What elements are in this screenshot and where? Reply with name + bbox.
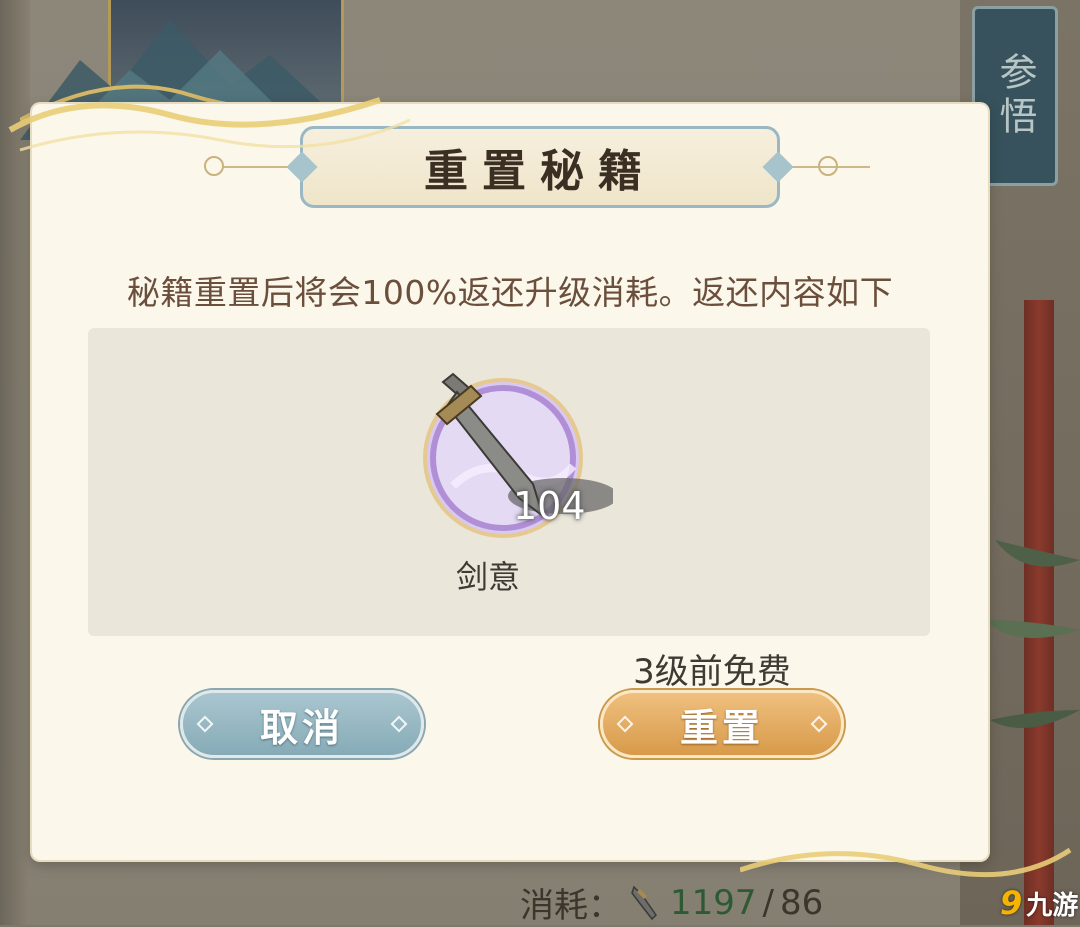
reward-area: 104 剑意 [88, 328, 930, 636]
title-line-left [222, 166, 292, 168]
cost-max: 86 [780, 882, 824, 923]
title-plaque: 重置秘籍 [300, 126, 780, 208]
title-band: 重置秘籍 [204, 126, 870, 208]
cost-label: 消耗： [520, 886, 622, 926]
button-ornament-left [616, 715, 634, 733]
reset-button[interactable]: 重置 [600, 690, 844, 758]
dialog-title: 重置秘籍 [424, 146, 656, 197]
cost-bar: 消耗： 1197 / 86 [520, 880, 824, 927]
cancel-button-label: 取消 [259, 705, 344, 750]
bamboo-leaves-decoration [985, 540, 1080, 728]
title-knot-left [204, 156, 224, 176]
cost-separator: / [762, 882, 774, 923]
reward-name: 剑意 [455, 558, 520, 596]
title-knot-right [818, 156, 838, 176]
cost-current: 1197 [670, 882, 757, 923]
reset-button-label: 重置 [679, 705, 764, 750]
reset-manual-dialog: 重置秘籍 秘籍重置后将会100%返还升级消耗。返还内容如下 104 剑意 3级前… [32, 104, 988, 860]
reward-item[interactable]: 104 剑意 [413, 366, 613, 596]
watermark-text: 九游 [1026, 890, 1079, 921]
cancel-button[interactable]: 取消 [180, 690, 424, 758]
watermark-logo: 9 九游 [1000, 884, 1079, 922]
free-note: 3级前免费 [633, 652, 791, 692]
watermark-mark: 9 [1000, 884, 1023, 922]
reward-count: 104 [513, 484, 586, 528]
sword-icon [631, 885, 657, 920]
button-ornament-right [810, 715, 828, 733]
button-ornament-right [390, 715, 408, 733]
button-ornament-left [196, 715, 214, 733]
dialog-description: 秘籍重置后将会100%返还升级消耗。返还内容如下 [126, 273, 894, 312]
